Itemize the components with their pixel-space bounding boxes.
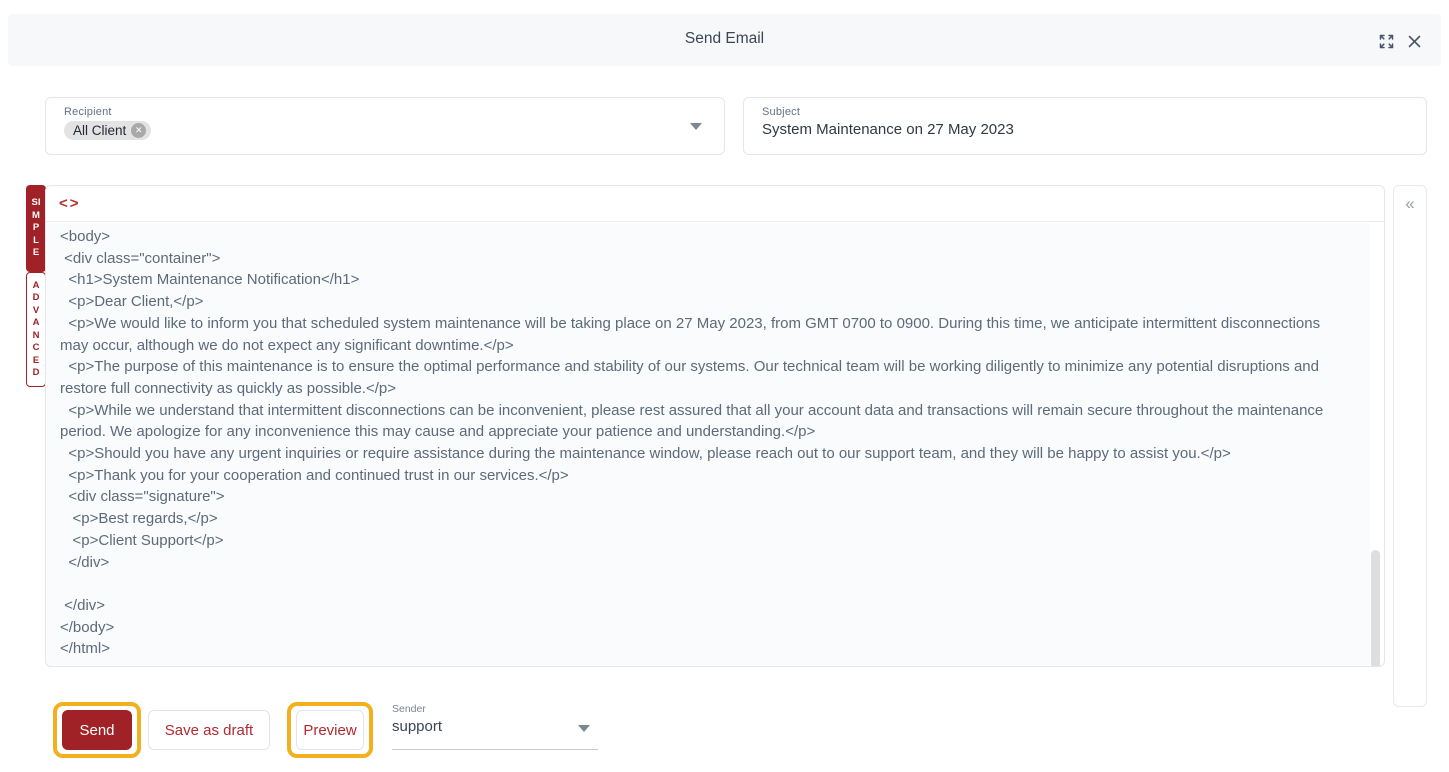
tab-simple[interactable]: SIMPLE [26, 185, 46, 272]
recipient-chip: All Client ✕ [64, 121, 151, 140]
sender-value: support [392, 718, 598, 735]
recipient-select[interactable]: Recipient All Client ✕ [45, 97, 725, 155]
recipient-label: Recipient [64, 106, 708, 118]
subject-value[interactable]: System Maintenance on 27 May 2023 [762, 121, 1410, 138]
tab-advanced[interactable]: ADVANCED [26, 272, 46, 387]
chevron-down-icon [690, 123, 702, 130]
page-title: Send Email [8, 30, 1441, 48]
sender-select[interactable]: Sender support [392, 703, 598, 750]
fullscreen-icon[interactable] [1377, 32, 1395, 50]
email-body-editor: <> <body> <div class="container"> <h1>Sy… [45, 185, 1385, 667]
code-editor-content[interactable]: <body> <div class="container"> <h1>Syste… [47, 223, 1383, 665]
close-icon[interactable] [1405, 32, 1423, 50]
editor-scrollbar-track [1370, 223, 1383, 665]
collapsed-side-panel: « [1393, 185, 1427, 707]
subject-label: Subject [762, 106, 1410, 118]
recipient-chip-label: All Client [73, 123, 126, 138]
subject-field[interactable]: Subject System Maintenance on 27 May 202… [743, 97, 1427, 155]
editor-toolbar: <> [46, 186, 1384, 222]
chip-remove-icon[interactable]: ✕ [131, 123, 146, 138]
dialog-header: Send Email [8, 14, 1441, 66]
preview-button[interactable]: Preview [296, 710, 364, 750]
code-view-icon[interactable]: <> [59, 195, 81, 212]
tab-advanced-label: ADVANCED [31, 280, 41, 380]
tab-simple-label: SIMPLE [31, 197, 41, 260]
save-as-draft-button[interactable]: Save as draft [148, 710, 270, 750]
send-button[interactable]: Send [62, 710, 132, 750]
sender-label: Sender [392, 703, 598, 715]
dropdown-arrow-icon [578, 725, 590, 732]
send-email-dialog: Send Email Recipient All Client ✕ [0, 0, 1449, 772]
editor-scrollbar-thumb[interactable] [1371, 550, 1380, 667]
editor-mode-tabs: SIMPLE ADVANCED [26, 185, 46, 387]
expand-panel-icon[interactable]: « [1394, 194, 1426, 214]
